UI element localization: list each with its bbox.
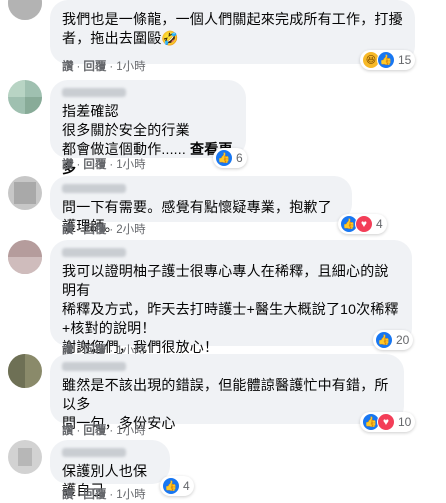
timestamp[interactable]: 1小時 xyxy=(116,159,145,171)
love-icon: ♥ xyxy=(355,215,373,233)
like-button[interactable]: 讚 xyxy=(62,425,74,437)
comment-actions: 讚 · 回覆 · 1小時 xyxy=(62,159,146,171)
reaction-summary[interactable]: 👍 6 xyxy=(213,148,247,168)
comment-bubble: 指差確認 很多關於安全的行業 都會做這個動作...... 查看更多 xyxy=(50,80,246,176)
commenter-name-blurred[interactable] xyxy=(62,362,126,371)
timestamp[interactable]: 1小時 xyxy=(116,425,145,437)
reaction-count: 4 xyxy=(376,217,383,231)
comment-actions: 讚 · 回覆 · 1小時 xyxy=(62,489,146,501)
like-icon: 👍 xyxy=(162,477,180,495)
reaction-count: 20 xyxy=(396,333,410,347)
reaction-summary[interactable]: 👍 20 xyxy=(373,330,414,350)
comment-actions: 讚 · 回覆 · 1小時 xyxy=(62,61,146,73)
avatar[interactable] xyxy=(8,354,42,388)
reply-button[interactable]: 回覆 xyxy=(83,159,106,171)
reaction-summary[interactable]: 👍 ♥ 10 xyxy=(360,412,416,432)
reply-button[interactable]: 回覆 xyxy=(83,425,106,437)
commenter-name-blurred[interactable] xyxy=(62,184,126,193)
timestamp[interactable]: 2小時 xyxy=(116,224,145,236)
commenter-name-blurred[interactable] xyxy=(62,88,126,97)
reaction-summary[interactable]: 👍 4 xyxy=(160,476,194,496)
avatar[interactable] xyxy=(8,80,42,114)
comment-actions: 讚 · 回覆 · 1小時 xyxy=(62,425,146,437)
reply-button[interactable]: 回覆 xyxy=(83,61,106,73)
like-icon: 👍 xyxy=(377,51,395,69)
reaction-count: 10 xyxy=(398,415,412,429)
like-button[interactable]: 讚 xyxy=(62,61,74,73)
like-button[interactable]: 讚 xyxy=(62,489,74,501)
reaction-count: 4 xyxy=(183,479,190,493)
timestamp[interactable]: 1小時 xyxy=(116,61,145,73)
comment-actions: 讚 · 回覆 · 2小時 xyxy=(62,224,146,236)
commenter-name-blurred[interactable] xyxy=(62,448,126,457)
commenter-name-blurred[interactable] xyxy=(62,248,126,257)
reaction-summary[interactable]: 😆 👍 15 xyxy=(360,50,416,70)
reply-button[interactable]: 回覆 xyxy=(83,224,106,236)
like-icon: 👍 xyxy=(375,331,393,349)
reaction-count: 15 xyxy=(398,53,412,67)
avatar[interactable] xyxy=(8,176,42,210)
timestamp[interactable]: 1小時 xyxy=(116,489,145,501)
reaction-count: 6 xyxy=(236,151,243,165)
like-button[interactable]: 讚 xyxy=(62,224,74,236)
avatar[interactable] xyxy=(8,240,42,274)
avatar[interactable] xyxy=(8,0,42,20)
comment-bubble: 我可以證明柚子護士很專心專人在稀釋，且細心的說明有 稀釋及方式，昨天去打時護士+… xyxy=(50,240,412,355)
avatar[interactable] xyxy=(8,440,42,474)
like-icon: 👍 xyxy=(215,149,233,167)
comment-text: 我們也是一條龍，一個人們關起來完成所有工作，打擾 者，拖出去圍毆🤣 xyxy=(62,11,403,46)
reply-button[interactable]: 回覆 xyxy=(83,489,106,501)
reaction-summary[interactable]: 👍 ♥ 4 xyxy=(338,214,387,234)
comment-bubble: 雖然是不該出現的錯誤，但能體諒醫護忙中有錯，所以多 問一句，多份安心 xyxy=(50,354,404,431)
like-button[interactable]: 讚 xyxy=(62,159,74,171)
love-icon: ♥ xyxy=(377,413,395,431)
comment-bubble: 問一下有需要。感覺有點懷疑專業，抱歉了護理師。 xyxy=(50,176,352,234)
comment-bubble: 保護別人也保護自己 xyxy=(50,440,170,498)
